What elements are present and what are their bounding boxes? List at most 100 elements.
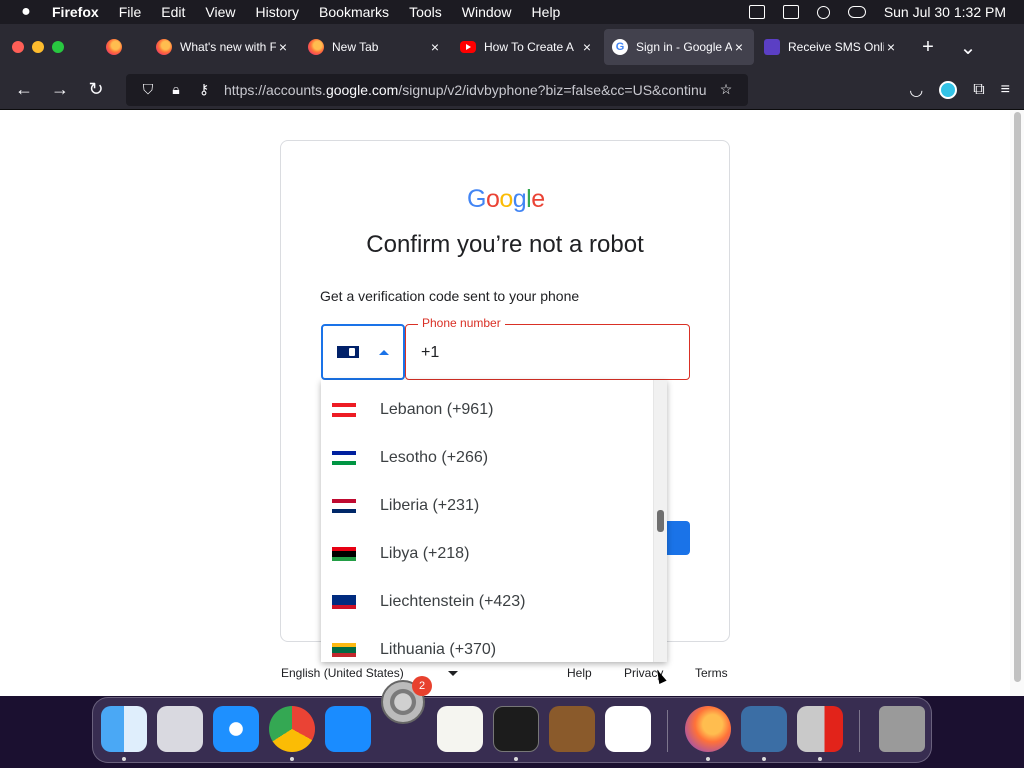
launchpad-icon[interactable] <box>157 706 203 752</box>
tab-title: What's new with F <box>180 40 276 54</box>
extensions-puzzle-icon[interactable]: ⧉ <box>973 81 984 99</box>
close-tab-icon[interactable]: × <box>884 39 898 55</box>
chevron-down-icon[interactable] <box>448 671 458 676</box>
reload-icon[interactable]: ↻ <box>78 79 114 100</box>
page-title: Confirm you’re not a robot <box>366 231 644 258</box>
chevron-up-icon <box>379 349 389 355</box>
tab-whats-new[interactable]: What's new with F × <box>148 29 298 65</box>
textedit-icon[interactable] <box>437 706 483 752</box>
pinned-tab[interactable] <box>80 29 148 65</box>
finder-icon[interactable] <box>101 706 147 752</box>
page-scrollbar[interactable] <box>1010 110 1024 696</box>
url-bar[interactable]: ⛉ 🔒︎ ⚷ https://accounts.google.com/signu… <box>126 73 748 106</box>
menu-view[interactable]: View <box>195 4 245 20</box>
screen-mirroring-icon[interactable] <box>782 5 799 19</box>
footer-link-help[interactable]: Help <box>567 666 592 680</box>
vscode-icon[interactable] <box>605 706 651 752</box>
app-store-icon[interactable] <box>325 706 371 752</box>
zoom-window-button[interactable] <box>52 41 64 53</box>
footer-link-terms[interactable]: Terms <box>695 666 728 680</box>
menu-help[interactable]: Help <box>522 4 571 20</box>
bookmark-star-icon[interactable]: ☆ <box>712 81 740 98</box>
new-tab-icon[interactable]: + <box>908 36 948 59</box>
running-indicator <box>514 757 518 761</box>
page-scrollbar-thumb[interactable] <box>1014 112 1021 682</box>
browser-tab-bar: What's new with F × New Tab × How To Cre… <box>0 24 1024 70</box>
key-icon[interactable]: ⚷ <box>190 81 218 98</box>
parallels-icon[interactable] <box>797 706 843 752</box>
phone-number-field[interactable]: Phone number +1 <box>405 316 690 380</box>
country-code-select[interactable] <box>321 324 405 380</box>
chrome-icon[interactable] <box>269 706 315 752</box>
menu-tools[interactable]: Tools <box>399 4 452 20</box>
pocket-icon[interactable]: ◡ <box>909 80 923 100</box>
hamburger-menu-icon[interactable]: ≡ <box>1001 81 1010 99</box>
close-tab-icon[interactable]: × <box>732 39 746 55</box>
apple-menu-icon[interactable]: ● <box>0 3 52 21</box>
tab-google-signin[interactable]: G Sign in - Google A × <box>604 29 754 65</box>
lithuania-flag-icon <box>332 643 356 657</box>
control-center-icon[interactable] <box>847 6 866 18</box>
dropdown-scrollbar-thumb[interactable] <box>657 510 664 532</box>
list-item[interactable]: Liberia (+231) <box>321 482 651 530</box>
close-tab-icon[interactable]: × <box>276 39 290 55</box>
spotlight-search-icon[interactable] <box>816 5 830 19</box>
close-tab-icon[interactable]: × <box>580 39 594 55</box>
tab-youtube[interactable]: How To Create A × <box>452 29 602 65</box>
close-tab-icon[interactable]: × <box>428 39 442 55</box>
list-item[interactable]: Libya (+218) <box>321 530 651 578</box>
dock-separator <box>667 710 668 752</box>
minimize-window-button[interactable] <box>32 41 44 53</box>
liberia-flag-icon <box>332 499 356 513</box>
virtualbox-icon[interactable] <box>741 706 787 752</box>
list-item[interactable]: Liechtenstein (+423) <box>321 578 651 626</box>
list-item[interactable]: Lithuania (+370) <box>321 626 651 662</box>
tab-receive-sms[interactable]: Receive SMS Onli × <box>756 29 906 65</box>
lock-icon[interactable]: 🔒︎ <box>162 81 190 98</box>
menubar-clock[interactable]: Sun Jul 30 1:32 PM <box>884 4 1006 20</box>
notification-badge: 2 <box>412 676 432 696</box>
back-arrow-icon[interactable]: ← <box>6 79 42 100</box>
safari-icon[interactable] <box>213 706 259 752</box>
menu-bookmarks[interactable]: Bookmarks <box>309 4 399 20</box>
dropdown-scrollbar[interactable] <box>653 380 667 662</box>
phone-number-value[interactable]: +1 <box>421 344 439 362</box>
menu-history[interactable]: History <box>245 4 309 20</box>
forward-arrow-icon[interactable]: → <box>42 79 78 100</box>
tab-new-tab[interactable]: New Tab × <box>300 29 450 65</box>
sidebar-toggle-icon[interactable] <box>748 5 765 19</box>
menu-edit[interactable]: Edit <box>151 4 195 20</box>
selected-country-flag-icon <box>337 346 359 358</box>
google-icon: G <box>612 39 628 55</box>
country-dropdown-list[interactable]: Lebanon (+961) Lesotho (+266) Liberia (+… <box>321 380 667 662</box>
firefox-icon <box>106 39 122 55</box>
garageband-icon[interactable] <box>549 706 595 752</box>
web-page: Google Confirm you’re not a robot Get a … <box>0 110 1024 696</box>
tracking-shield-icon[interactable]: ⛉ <box>134 81 162 98</box>
next-button[interactable] <box>666 521 690 555</box>
menu-window[interactable]: Window <box>452 4 522 20</box>
menu-app-name[interactable]: Firefox <box>52 4 109 20</box>
list-item-label: Lithuania (+370) <box>380 641 497 658</box>
trash-icon[interactable] <box>879 706 925 752</box>
language-selector[interactable]: English (United States) <box>281 666 404 680</box>
running-indicator <box>290 757 294 761</box>
liechtenstein-flag-icon <box>332 595 356 609</box>
close-window-button[interactable] <box>12 41 24 53</box>
mouse-cursor-icon <box>653 667 667 685</box>
page-subtitle: Get a verification code sent to your pho… <box>320 288 580 304</box>
macos-menu-bar: ● Firefox File Edit View History Bookmar… <box>0 0 1024 24</box>
terminal-icon[interactable] <box>493 706 539 752</box>
tab-list-chevron-icon[interactable]: ⌄ <box>948 35 988 60</box>
running-indicator <box>818 757 822 761</box>
url-text[interactable]: https://accounts.google.com/signup/v2/id… <box>224 82 712 98</box>
list-item-label: Liberia (+231) <box>380 497 480 514</box>
running-indicator <box>762 757 766 761</box>
list-item-label: Liechtenstein (+423) <box>380 593 526 610</box>
list-item[interactable]: Lesotho (+266) <box>321 434 651 482</box>
tab-title: Sign in - Google A <box>636 40 732 54</box>
account-avatar-icon[interactable] <box>939 80 958 99</box>
list-item[interactable]: Lebanon (+961) <box>321 386 651 434</box>
menu-file[interactable]: File <box>109 4 152 20</box>
firefox-icon[interactable] <box>685 706 731 752</box>
